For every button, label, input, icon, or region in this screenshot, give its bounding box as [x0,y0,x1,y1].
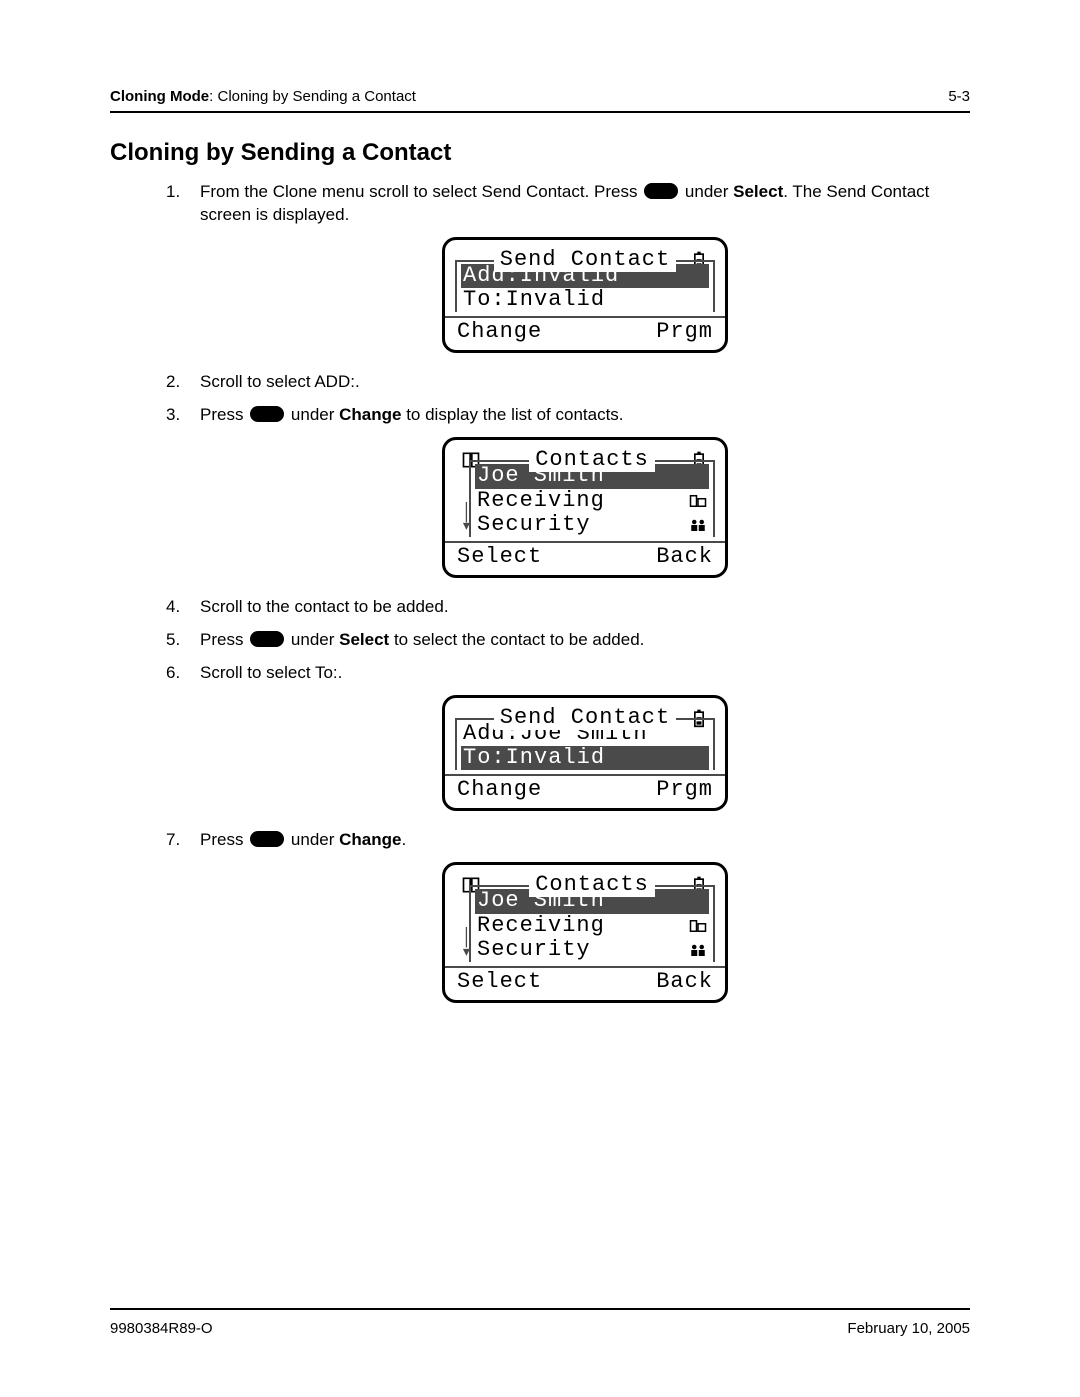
lcd-row-selected: Joe Smith [475,464,709,488]
step-5-text-c: to select the contact to be added. [389,630,644,649]
lcd-screen-send-contact-1: Send Contact Add:Invalid To:Invalid Chan… [442,237,728,354]
lcd-softkeys: Select Back [455,970,715,996]
step-4: Scroll to the contact to be added. [166,596,970,619]
softkey-button-icon [250,406,284,422]
softkey-button-icon [250,631,284,647]
lcd-softkey-right: Back [656,970,713,994]
step-5-text-b: under [286,630,339,649]
lcd-frame: Send Contact Add:Invalid To:Invalid [455,260,715,312]
step-1: From the Clone menu scroll to select Sen… [166,181,970,353]
lcd-screen-contacts-1: Contacts │▾ Joe Smith Receiving Security… [442,437,728,578]
lcd-row: To:Invalid [461,288,709,312]
lcd-frame: Send Contact Add:Joe Smith To:Invalid [455,718,715,770]
lcd-softkey-left: Select [457,970,542,994]
step-5: Press under Select to select the contact… [166,629,970,652]
lcd-divider [445,966,725,968]
step-1-text-b: under [680,182,733,201]
page-header: Cloning Mode: Cloning by Sending a Conta… [110,88,970,105]
lcd-divider [445,316,725,318]
lcd-row: Security [475,938,709,962]
lcd-softkey-right: Prgm [656,778,713,802]
step-6-text: Scroll to select To:. [200,663,342,682]
lcd-divider [445,541,725,543]
step-5-bold: Select [339,630,389,649]
softkey-button-icon [644,183,678,199]
scroll-arrow-icon: │▾ [461,506,472,535]
building-icon [689,919,707,933]
step-7-text-a: Press [200,830,248,849]
lcd-softkey-left: Change [457,320,542,344]
lcd-screen-send-contact-2: Send Contact Add:Joe Smith To:Invalid Ch… [442,695,728,812]
step-6: Scroll to select To:. Send Contact Add:J… [166,662,970,812]
page-footer: 9980384R89-O February 10, 2005 [110,1308,970,1337]
step-3-text-c: to display the list of contacts. [401,405,623,424]
lcd-softkey-right: Prgm [656,320,713,344]
step-1-bold: Select [733,182,783,201]
header-page-number: 5-3 [948,88,970,105]
step-3-bold: Change [339,405,401,424]
lcd-divider [445,774,725,776]
people-icon [689,943,707,957]
step-3: Press under Change to display the list o… [166,404,970,578]
footer-date: February 10, 2005 [847,1320,970,1337]
lcd-row-selected: Joe Smith [475,889,709,913]
lcd-row: Add:Joe Smith [461,722,709,746]
lcd-softkey-left: Change [457,778,542,802]
lcd-row: Receiving [475,489,709,513]
lcd-row: Receiving [475,914,709,938]
header-section-rest: : Cloning by Sending a Contact [209,88,416,105]
footer-doc-id: 9980384R89-O [110,1320,213,1337]
lcd-softkeys: Change Prgm [455,778,715,804]
step-7-text-b: under [286,830,339,849]
step-3-text-b: under [286,405,339,424]
footer-rule [110,1308,970,1310]
step-list: From the Clone menu scroll to select Sen… [166,181,970,1003]
lcd-row: Security [475,513,709,537]
softkey-button-icon [250,831,284,847]
step-7-bold: Change [339,830,401,849]
header-section: Cloning Mode: Cloning by Sending a Conta… [110,88,416,105]
step-5-text-a: Press [200,630,248,649]
people-icon [689,518,707,532]
lcd-frame: Contacts │▾ Joe Smith Receiving Security [469,885,715,962]
lcd-softkeys: Change Prgm [455,320,715,346]
lcd-softkey-right: Back [656,545,713,569]
lcd-screen-contacts-2: Contacts │▾ Joe Smith Receiving Security… [442,862,728,1003]
step-1-text-a: From the Clone menu scroll to select Sen… [200,182,642,201]
header-section-bold: Cloning Mode [110,88,209,105]
step-3-text-a: Press [200,405,248,424]
section-title: Cloning by Sending a Contact [110,139,970,167]
lcd-softkey-left: Select [457,545,542,569]
lcd-softkeys: Select Back [455,545,715,571]
lcd-row-selected: To:Invalid [461,746,709,770]
header-rule [110,111,970,113]
building-icon [689,494,707,508]
lcd-frame: Contacts │▾ Joe Smith Receiving Security [469,460,715,537]
step-7: Press under Change. Contacts │▾ [166,829,970,1003]
step-2: Scroll to select ADD:. [166,371,970,394]
step-7-text-c: . [401,830,406,849]
lcd-row-selected: Add:Invalid [461,264,709,288]
scroll-arrow-icon: │▾ [461,931,472,960]
